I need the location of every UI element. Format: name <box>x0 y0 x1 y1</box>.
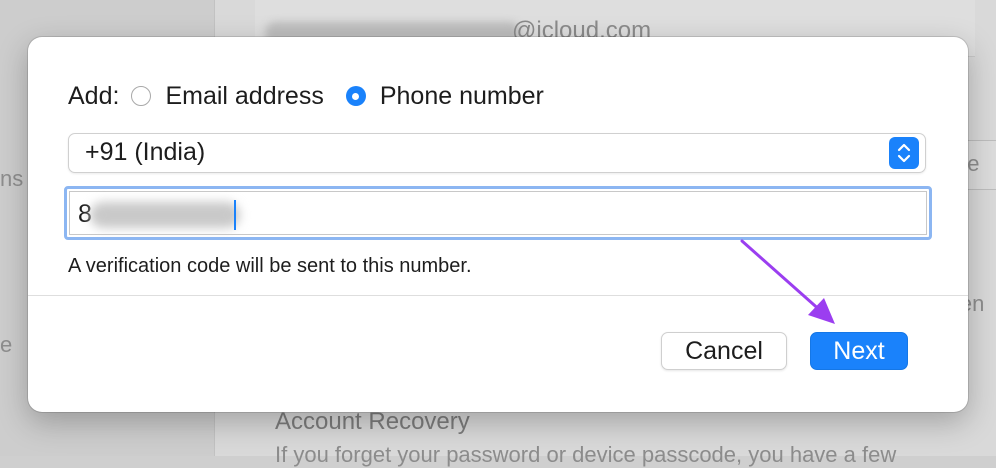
phone-number-radio[interactable] <box>345 86 366 106</box>
add-contact-dialog: Add: Email address Phone number +91 (Ind… <box>28 37 968 412</box>
background-sidebar-fragment: ns <box>0 166 24 191</box>
background-section-title: Account Recovery <box>275 408 470 435</box>
text-caret <box>234 200 236 230</box>
country-code-select[interactable]: +91 (India) <box>68 133 926 173</box>
add-type-row: Add: Email address Phone number <box>68 81 566 111</box>
background-sidebar-fragment: e <box>0 332 13 357</box>
email-address-radio-label[interactable]: Email address <box>165 82 323 111</box>
background-section-text: If you forget your password or device pa… <box>275 442 897 467</box>
chevron-up-down-icon[interactable] <box>889 137 919 169</box>
add-label: Add: <box>68 81 120 110</box>
redacted-phone-blur <box>90 202 240 228</box>
phone-number-input[interactable]: 8 <box>69 191 927 235</box>
cancel-button[interactable]: Cancel <box>661 332 787 370</box>
phone-number-radio-label[interactable]: Phone number <box>380 82 544 111</box>
verification-hint: A verification code will be sent to this… <box>68 255 472 277</box>
phone-input-focus-ring: 8 <box>64 186 932 240</box>
dialog-divider <box>28 295 968 296</box>
email-address-radio[interactable] <box>131 86 152 106</box>
country-code-value: +91 (India) <box>85 138 206 166</box>
next-button[interactable]: Next <box>810 332 908 370</box>
